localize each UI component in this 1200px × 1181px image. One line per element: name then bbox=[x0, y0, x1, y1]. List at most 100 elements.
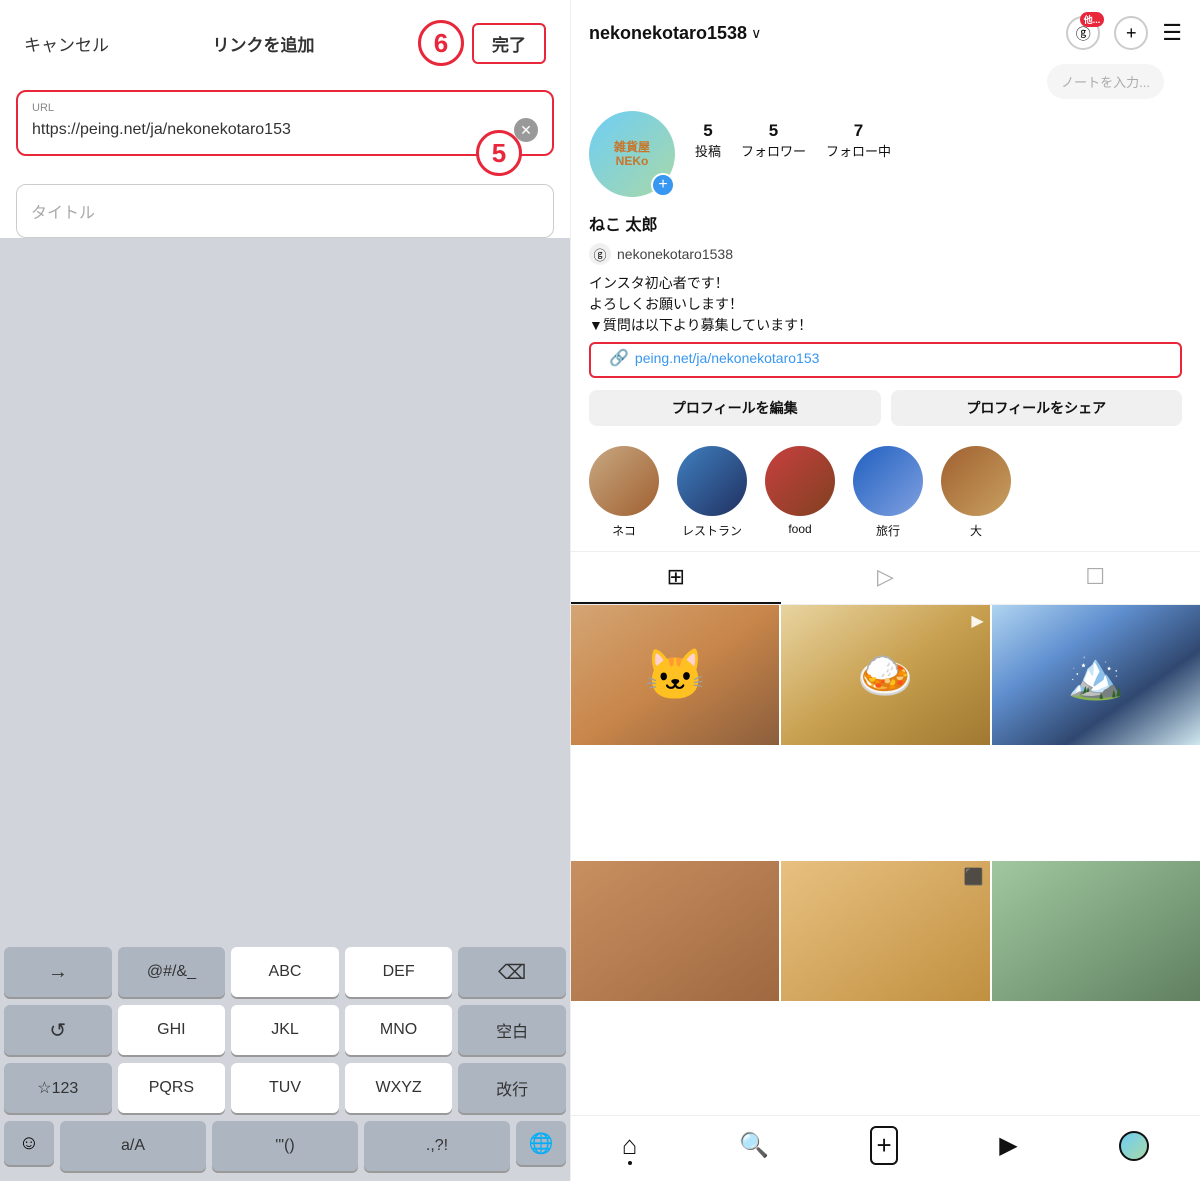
home-icon: ⌂ bbox=[622, 1130, 638, 1161]
highlight-travel-label: 旅行 bbox=[876, 522, 900, 539]
highlight-more[interactable]: 大 bbox=[941, 446, 1011, 539]
add-post-button[interactable]: + bbox=[1114, 16, 1148, 50]
active-dot bbox=[628, 1161, 632, 1165]
key-tuv[interactable]: TUV bbox=[231, 1063, 339, 1113]
title-input[interactable]: タイトル bbox=[31, 205, 95, 222]
nav-add[interactable]: + bbox=[870, 1126, 897, 1165]
profile-buttons: プロフィールを編集 プロフィールをシェア bbox=[571, 386, 1200, 438]
following-stat: 7 フォロー中 bbox=[826, 121, 891, 160]
note-bubble[interactable]: ノートを入力... bbox=[1047, 64, 1164, 99]
key-emoji[interactable]: ☺ bbox=[4, 1121, 54, 1165]
highlight-neko[interactable]: ネコ bbox=[589, 446, 659, 539]
avatar-text: 雑貨屋NEKo bbox=[614, 140, 650, 169]
url-input-row: https://peing.net/ja/nekonekotaro153 ✕ bbox=[32, 118, 538, 142]
nav-reels[interactable]: ▶ bbox=[999, 1131, 1017, 1160]
keyboard-row-3: ☆123 PQRS TUV WXYZ 改行 bbox=[4, 1063, 566, 1113]
key-jkl[interactable]: JKL bbox=[231, 1005, 339, 1055]
tab-tagged[interactable]: ☐ bbox=[990, 552, 1200, 604]
key-symbols[interactable]: @#/&_ bbox=[118, 947, 226, 997]
share-profile-button[interactable]: プロフィールをシェア bbox=[891, 390, 1183, 426]
threads-handle-row: ⓖ nekonekotaro1538 bbox=[571, 241, 1200, 271]
key-space[interactable]: 空白 bbox=[458, 1005, 566, 1055]
threads-icon-button[interactable]: ⓖ 他... bbox=[1066, 16, 1100, 50]
keyboard-row-1: → @#/&_ ABC DEF ⌫ bbox=[4, 947, 566, 997]
cancel-button[interactable]: キャンセル bbox=[24, 31, 109, 56]
followers-label: フォロワー bbox=[741, 141, 806, 160]
key-undo[interactable]: ↺ bbox=[4, 1005, 112, 1055]
followers-count: 5 bbox=[769, 121, 778, 141]
key-backspace[interactable]: ⌫ bbox=[458, 947, 566, 997]
tab-reels[interactable]: ▷ bbox=[781, 552, 991, 604]
highlight-more-label: 大 bbox=[970, 522, 982, 539]
key-123[interactable]: ☆123 bbox=[4, 1063, 112, 1113]
note-text: ノートを入力... bbox=[1061, 75, 1150, 90]
step6-badge: 6 bbox=[418, 20, 464, 66]
highlight-travel[interactable]: 旅行 bbox=[853, 446, 923, 539]
highlight-travel-image bbox=[853, 446, 923, 516]
bio-line3: ▼質問は以下より募集しています！ bbox=[589, 317, 812, 333]
bottom-nav: ⌂ 🔍 + ▶ bbox=[571, 1115, 1200, 1181]
link-row[interactable]: 🔗 peing.net/ja/nekonekotaro153 bbox=[589, 342, 1182, 378]
photo-cell-4[interactable] bbox=[571, 861, 779, 1001]
link-url[interactable]: peing.net/ja/nekonekotaro153 bbox=[635, 350, 819, 366]
highlight-restaurant[interactable]: レストラン bbox=[677, 446, 747, 539]
title-field-wrapper[interactable]: タイトル bbox=[16, 184, 554, 238]
link-icon: 🔗 bbox=[609, 348, 629, 368]
clear-url-button[interactable]: ✕ bbox=[514, 118, 538, 142]
key-wxyz[interactable]: WXYZ bbox=[345, 1063, 453, 1113]
key-abc[interactable]: ABC bbox=[231, 947, 339, 997]
highlight-food-label: food bbox=[788, 522, 811, 536]
done-button[interactable]: 完了 bbox=[472, 23, 546, 64]
photo-cell-2[interactable]: 🍛 ▶ bbox=[781, 605, 989, 745]
photo-food-image: 🍛 bbox=[781, 605, 989, 745]
bio-line2: よろしくお願いします！ bbox=[589, 296, 743, 312]
left-header: キャンセル リンクを追加 6 完了 bbox=[0, 0, 570, 82]
chevron-down-icon[interactable]: ∨ bbox=[751, 25, 761, 42]
key-quotes[interactable]: '"() bbox=[212, 1121, 358, 1171]
url-input[interactable]: https://peing.net/ja/nekonekotaro153 bbox=[32, 121, 514, 139]
key-punct[interactable]: .,?! bbox=[364, 1121, 510, 1171]
tabs-row: ⊞ ▷ ☐ bbox=[571, 551, 1200, 605]
following-count: 7 bbox=[854, 121, 863, 141]
tab-grid[interactable]: ⊞ bbox=[571, 552, 781, 604]
right-header: nekonekotaro1538 ∨ ⓖ 他... + ☰ bbox=[571, 0, 1200, 60]
threads-handle-icon: ⓖ bbox=[589, 243, 611, 265]
key-ghi[interactable]: GHI bbox=[118, 1005, 226, 1055]
bio: インスタ初心者です！ よろしくお願いします！ ▼質問は以下より募集しています！ bbox=[571, 271, 1200, 340]
profile-section: 雑貨屋NEKo + 5 投稿 5 フォロワー 7 フォロー中 bbox=[571, 105, 1200, 207]
photo-cell-6[interactable] bbox=[992, 861, 1200, 1001]
following-label: フォロー中 bbox=[826, 141, 891, 160]
username-row: nekonekotaro1538 ∨ bbox=[589, 23, 761, 44]
key-arrow[interactable]: → bbox=[4, 947, 112, 997]
keyboard-row-2: ↺ GHI JKL MNO 空白 bbox=[4, 1005, 566, 1055]
nav-search[interactable]: 🔍 bbox=[739, 1131, 769, 1160]
add-story-button[interactable]: + bbox=[651, 173, 675, 197]
followers-stat: 5 フォロワー bbox=[741, 121, 806, 160]
key-def[interactable]: DEF bbox=[345, 947, 453, 997]
key-aA[interactable]: a/A bbox=[60, 1121, 206, 1171]
edit-profile-button[interactable]: プロフィールを編集 bbox=[589, 390, 881, 426]
photo-cat-image: 🐱 bbox=[571, 605, 779, 745]
nav-home[interactable]: ⌂ bbox=[622, 1130, 638, 1161]
done-btn-group: 6 完了 bbox=[418, 20, 546, 66]
reels-nav-icon: ▶ bbox=[999, 1131, 1017, 1160]
url-field-wrapper: URL https://peing.net/ja/nekonekotaro153… bbox=[16, 90, 554, 156]
keyboard-row-4: ☺ a/A '"() .,?! 🌐 bbox=[4, 1121, 566, 1171]
highlight-food[interactable]: food bbox=[765, 446, 835, 539]
key-mno[interactable]: MNO bbox=[345, 1005, 453, 1055]
photo-cell-3[interactable]: 🏔️ bbox=[992, 605, 1200, 745]
photo-cell-5[interactable]: ⬛ bbox=[781, 861, 989, 1001]
highlight-restaurant-label: レストラン bbox=[682, 522, 742, 539]
plus-icon: + bbox=[1126, 23, 1137, 44]
key-enter[interactable]: 改行 bbox=[458, 1063, 566, 1113]
search-icon: 🔍 bbox=[739, 1131, 769, 1160]
nav-profile[interactable] bbox=[1119, 1131, 1149, 1161]
video-icon-2: ⬛ bbox=[964, 867, 984, 887]
url-label: URL bbox=[32, 102, 538, 114]
step5-badge: 5 bbox=[476, 130, 522, 176]
menu-button[interactable]: ☰ bbox=[1162, 20, 1182, 46]
key-globe[interactable]: 🌐 bbox=[516, 1121, 566, 1165]
threads-handle: nekonekotaro1538 bbox=[617, 246, 733, 262]
photo-cell-1[interactable]: 🐱 bbox=[571, 605, 779, 745]
key-pqrs[interactable]: PQRS bbox=[118, 1063, 226, 1113]
